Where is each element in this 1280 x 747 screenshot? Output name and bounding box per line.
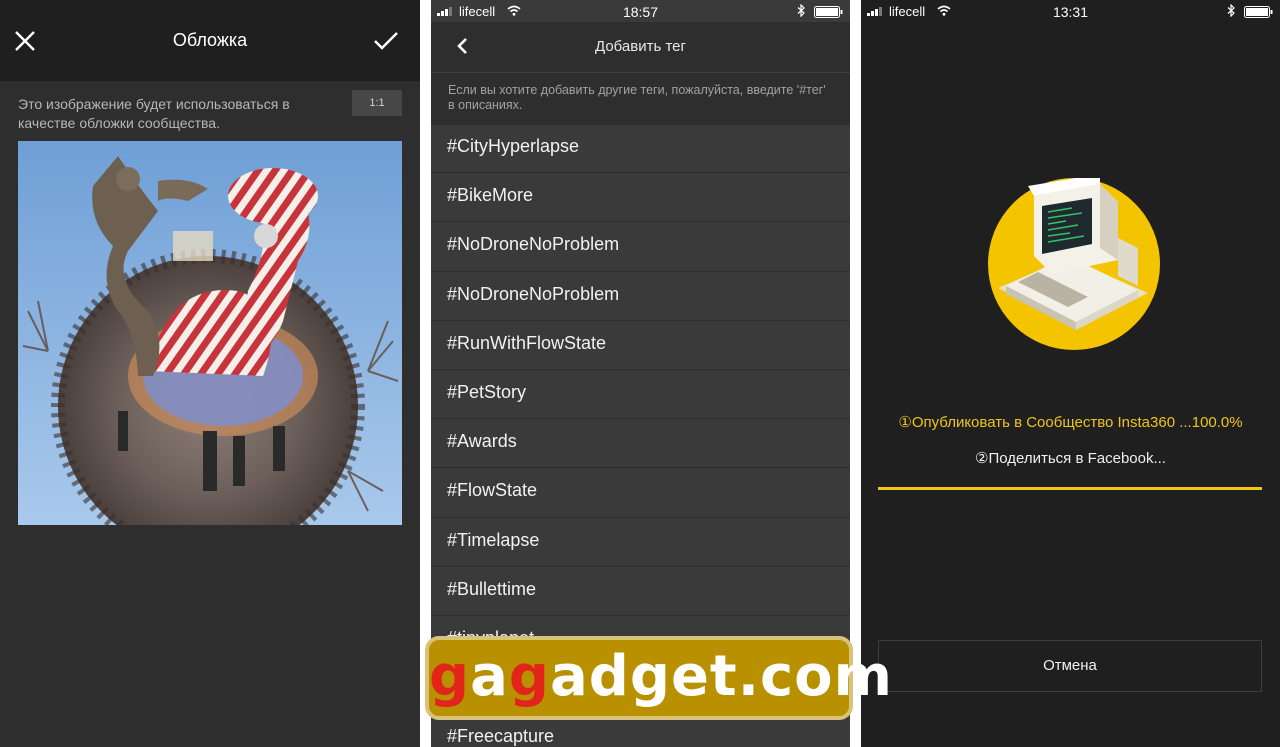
list-item[interactable]: #Bullettime (431, 567, 850, 616)
status-bar: lifecell 18:57 (431, 0, 850, 22)
hint-text: Если вы хотите добавить другие теги, пож… (448, 83, 826, 112)
tag-label: #NoDroneNoProblem (447, 234, 620, 255)
progress-bar (878, 487, 1262, 490)
tag-label: #Timelapse (447, 529, 540, 550)
list-item[interactable]: #PetStory (431, 370, 850, 420)
list-item[interactable]: #Awards (431, 419, 850, 469)
list-item[interactable]: #FlowState (431, 468, 850, 518)
publish-screen: lifecell 13:31 ①Опубликовать в Сообществ… (861, 0, 1280, 747)
watermark-rest: adget.com (549, 644, 893, 709)
share-step-text: ②Поделиться в Facebook... (975, 450, 1166, 467)
watermark-letter: g (429, 644, 471, 709)
tag-hint: Если вы хотите добавить другие теги, пож… (431, 72, 850, 125)
status-bar: lifecell 13:31 (861, 0, 1280, 22)
cover-photo[interactable] (18, 141, 402, 525)
tag-label: #BikeMore (447, 185, 534, 206)
tag-label: #PetStory (447, 381, 527, 402)
bluetooth-icon (797, 4, 805, 17)
page-title: Добавить тег (595, 38, 686, 55)
list-item[interactable]: #NoDroneNoProblem (431, 222, 850, 272)
tag-label: #RunWithFlowState (447, 332, 607, 353)
tag-label: #NoDroneNoProblem (447, 283, 620, 304)
cover-screen: Обложка Это изображение будет использова… (0, 0, 420, 747)
aspect-ratio-button[interactable]: 1:1 (352, 90, 402, 116)
page-title: Обложка (172, 30, 248, 50)
battery-icon (1244, 6, 1273, 18)
watermark-letter: g (508, 644, 550, 709)
tag-label: #FlowState (447, 480, 538, 501)
clock: 18:57 (622, 4, 659, 20)
bluetooth-icon (1227, 4, 1235, 17)
tag-label: #Awards (447, 431, 517, 452)
add-tag-screen: lifecell 18:57 Добавить тег Если вы хоти… (431, 0, 850, 747)
watermark-text: gagadget.com (429, 644, 892, 709)
tag-label: #CityHyperlapse (447, 136, 580, 156)
list-item[interactable]: #BikeMore (431, 173, 850, 223)
cancel-button[interactable]: Отмена (878, 640, 1262, 692)
tag-label: #Bullettime (447, 578, 537, 599)
list-item[interactable]: #RunWithFlowState (431, 321, 850, 370)
publish-step-text: ①Опубликовать в Сообщество Insta360 ...1… (898, 414, 1243, 431)
list-item[interactable]: #CityHyperlapse (431, 124, 850, 174)
list-item[interactable]: #NoDroneNoProblem (431, 272, 850, 321)
cover-description: Это изображение будет использоваться в к… (18, 96, 290, 131)
checkmark-icon[interactable] (372, 28, 400, 54)
clock: 13:31 (1052, 4, 1089, 20)
list-item[interactable]: #Timelapse (431, 518, 850, 567)
watermark-logo: gagadget.com (425, 636, 892, 720)
watermark-letter: a (470, 644, 509, 709)
computer-illustration (988, 178, 1160, 350)
battery-icon (814, 6, 843, 18)
tag-label: #Freecapture (447, 726, 555, 747)
cover-top-bar: Обложка (0, 0, 420, 81)
tag-header: Добавить тег (431, 22, 850, 72)
